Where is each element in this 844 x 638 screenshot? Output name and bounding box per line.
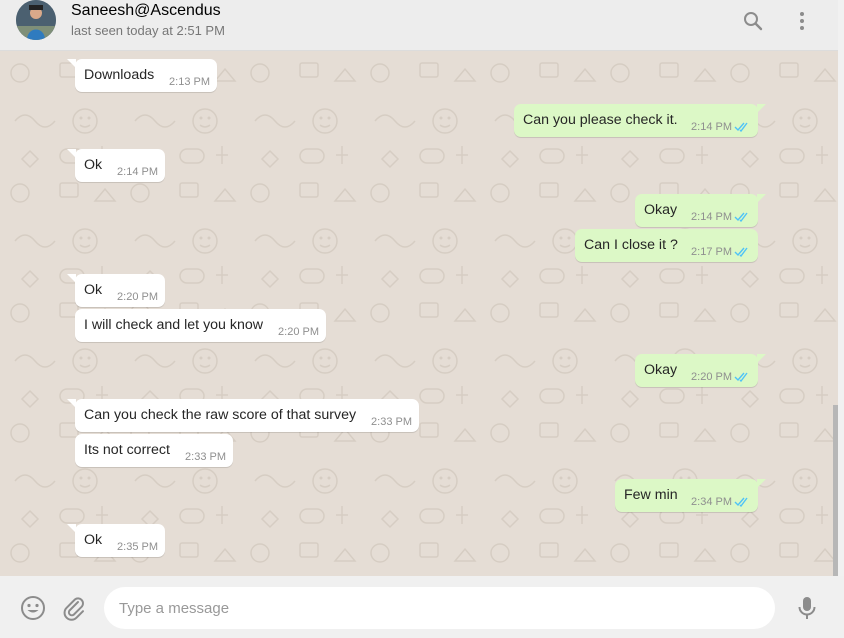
message-list[interactable]: Downloads 2:13 PM Can you please check i… [0, 51, 838, 576]
message-bubble-incoming[interactable]: Ok 2:20 PM [67, 274, 165, 307]
message-time: 2:20 PM [278, 326, 319, 338]
scrollbar-thumb[interactable] [833, 405, 838, 576]
last-seen-status: last seen today at 2:51 PM [71, 23, 225, 38]
contact-avatar[interactable] [16, 0, 56, 40]
message-bubble-incoming[interactable]: Downloads 2:13 PM [67, 59, 217, 92]
message-time: 2:14 PM [117, 166, 158, 178]
double-check-icon [734, 372, 748, 382]
message-bubble-outgoing[interactable]: Okay 2:20 PM [635, 354, 766, 387]
message-time: 2:35 PM [117, 541, 158, 553]
message-text: Can I close it ? [584, 237, 678, 253]
message-time: 2:20 PM [117, 291, 158, 303]
double-check-icon [734, 247, 748, 257]
chat-header: Saneesh@Ascendus last seen today at 2:51… [0, 0, 838, 51]
message-text: Okay [644, 202, 678, 218]
message-time: 2:33 PM [371, 416, 412, 428]
message-bubble-incoming[interactable]: I will check and let you know 2:20 PM [75, 309, 326, 342]
message-time: 2:14 PM [691, 121, 732, 133]
message-text: Ok [84, 532, 103, 548]
scrollbar-track[interactable] [838, 0, 844, 576]
message-bubble-outgoing[interactable]: Few min 2:34 PM [615, 479, 766, 512]
message-text: I will check and let you know [84, 317, 264, 333]
contact-name[interactable]: Saneesh@Ascendus [71, 2, 221, 20]
paperclip-icon[interactable] [61, 595, 87, 626]
message-time: 2:17 PM [691, 246, 732, 258]
double-check-icon [734, 122, 748, 132]
message-text: Okay [644, 362, 678, 378]
search-icon[interactable] [741, 9, 765, 33]
message-text: Downloads [84, 67, 155, 83]
message-time: 2:34 PM [691, 496, 732, 508]
message-text: Ok [84, 157, 103, 173]
message-time: 2:20 PM [691, 371, 732, 383]
message-text: Its not correct [84, 442, 170, 458]
message-time: 2:13 PM [169, 76, 210, 88]
message-text: Ok [84, 282, 103, 298]
composer-bar [0, 576, 844, 638]
menu-icon[interactable] [790, 9, 814, 33]
message-time: 2:14 PM [691, 211, 732, 223]
double-check-icon [734, 497, 748, 507]
message-bubble-outgoing[interactable]: Can you please check it. 2:14 PM [514, 104, 766, 137]
message-text: Can you check the raw score of that surv… [84, 407, 357, 423]
message-bubble-incoming[interactable]: Ok 2:35 PM [67, 524, 165, 557]
message-bubble-outgoing[interactable]: Can I close it ? 2:17 PM [575, 229, 758, 262]
double-check-icon [734, 212, 748, 222]
message-input[interactable] [104, 587, 775, 629]
message-bubble-outgoing[interactable]: Okay 2:14 PM [635, 194, 766, 227]
message-bubble-incoming[interactable]: Ok 2:14 PM [67, 149, 165, 182]
emoji-icon[interactable] [20, 595, 46, 626]
message-text: Few min [624, 487, 678, 503]
message-bubble-incoming[interactable]: Its not correct 2:33 PM [75, 434, 233, 467]
message-time: 2:33 PM [185, 451, 226, 463]
message-text: Can you please check it. [523, 112, 678, 128]
message-bubble-incoming[interactable]: Can you check the raw score of that surv… [67, 399, 419, 432]
microphone-icon[interactable] [795, 595, 819, 626]
